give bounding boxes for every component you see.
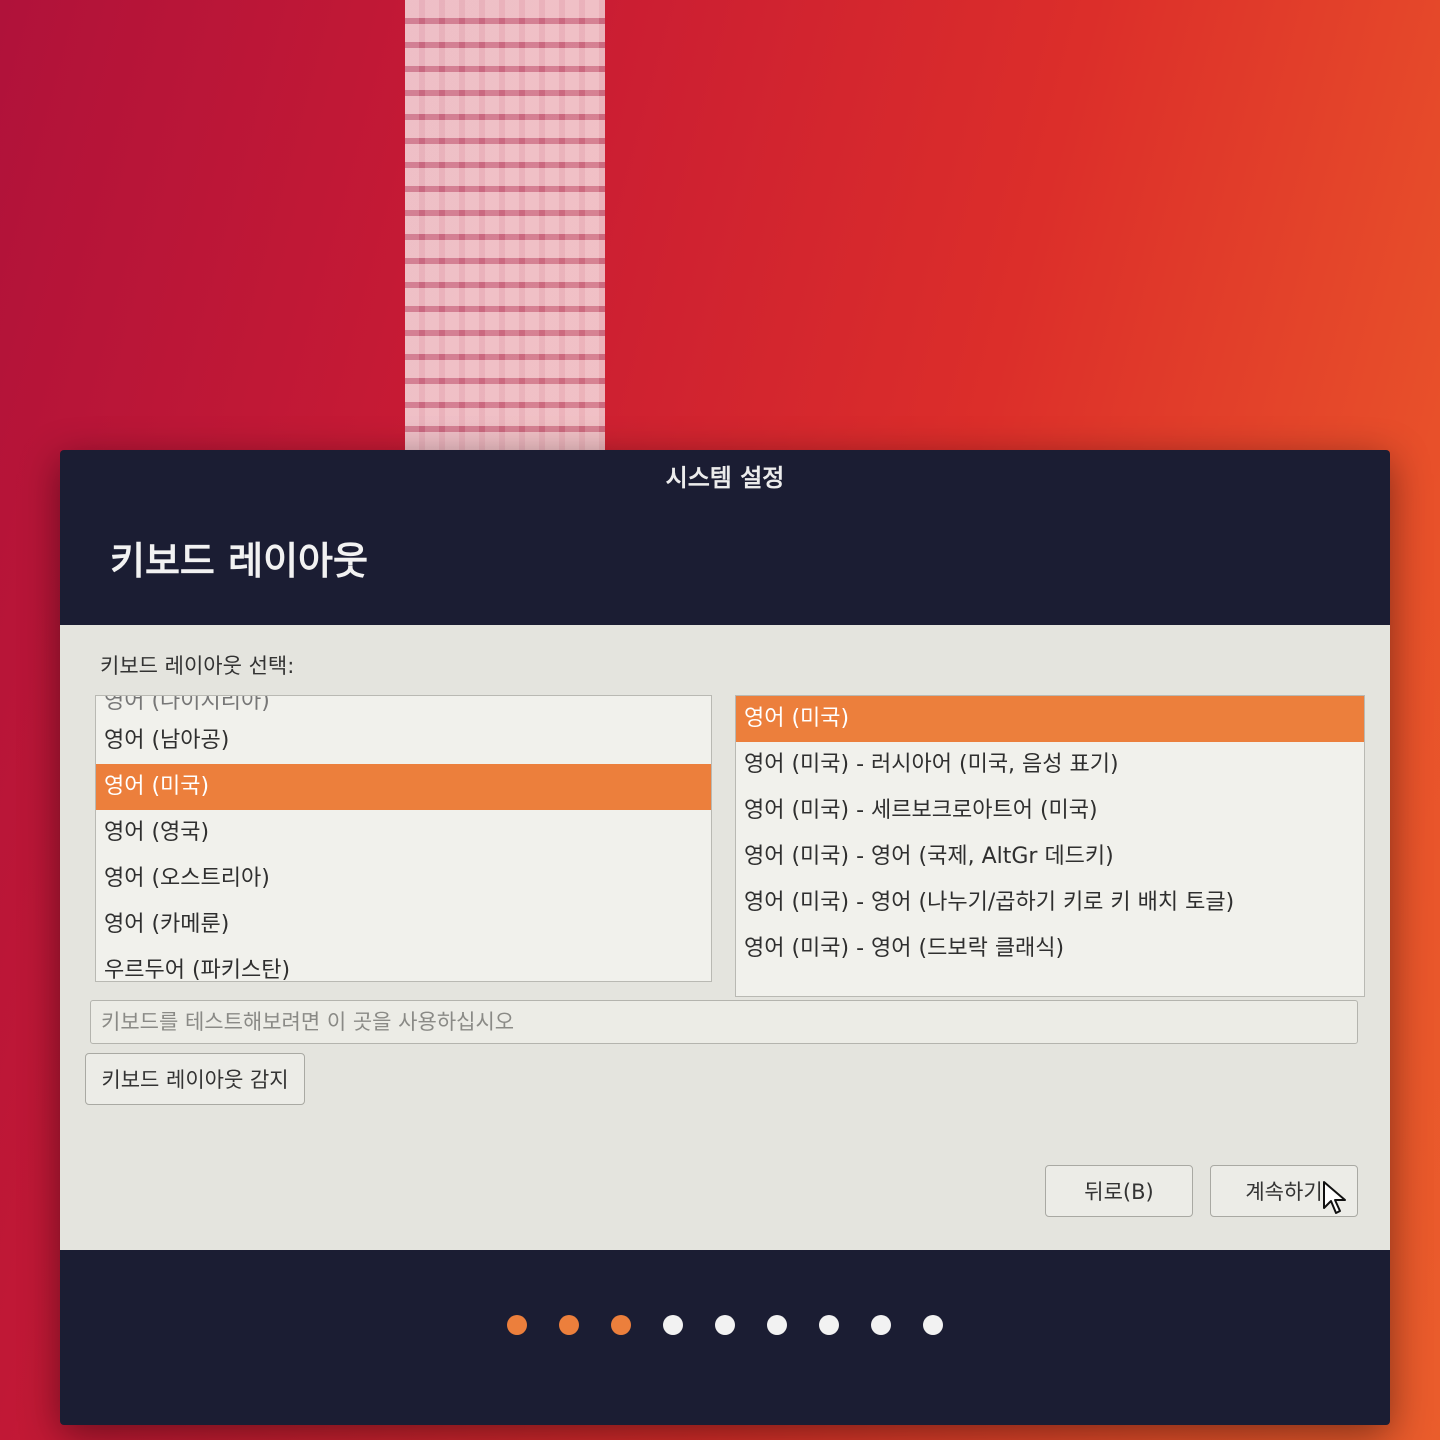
- list-item[interactable]: 영어 (미국) - 영어 (국제, AltGr 데드키): [736, 834, 1364, 880]
- list-item[interactable]: 영어 (미국) - 세르보크로아트어 (미국): [736, 788, 1364, 834]
- progress-dot: [819, 1315, 839, 1335]
- list-item-selected[interactable]: 영어 (미국): [736, 696, 1364, 742]
- window-title: 시스템 설정: [665, 463, 785, 492]
- progress-dot: [767, 1315, 787, 1335]
- mouse-pointer-icon: [1323, 1181, 1346, 1214]
- layout-select-label: 키보드 레이아웃 선택:: [100, 654, 295, 678]
- content-panel: 키보드 레이아웃 선택: 영어 (나이지리아) 영어 (남아공) 영어 (미국)…: [60, 625, 1390, 1250]
- progress-dot: [663, 1315, 683, 1335]
- list-item[interactable]: 영어 (카메룬): [96, 902, 711, 948]
- progress-dots: [60, 1315, 1390, 1335]
- progress-dot: [507, 1315, 527, 1335]
- page-heading: 키보드 레이아웃: [110, 539, 368, 583]
- list-item[interactable]: 영어 (영국): [96, 810, 711, 856]
- background-glare: [405, 0, 605, 450]
- back-button[interactable]: 뒤로(B): [1045, 1165, 1193, 1217]
- progress-dot: [715, 1315, 735, 1335]
- progress-dot: [923, 1315, 943, 1335]
- variant-list[interactable]: 영어 (미국) 영어 (미국) - 러시아어 (미국, 음성 표기) 영어 (미…: [735, 695, 1365, 997]
- list-item[interactable]: 영어 (나이지리아): [96, 696, 711, 718]
- installer-window: 시스템 설정 키보드 레이아웃 키보드 레이아웃 선택: 영어 (나이지리아) …: [60, 450, 1390, 1425]
- keyboard-test-input[interactable]: [90, 1000, 1358, 1044]
- detect-layout-button[interactable]: 키보드 레이아웃 감지: [85, 1053, 305, 1105]
- list-item[interactable]: 영어 (남아공): [96, 718, 711, 764]
- layout-list[interactable]: 영어 (나이지리아) 영어 (남아공) 영어 (미국) 영어 (영국) 영어 (…: [95, 695, 712, 982]
- progress-dot: [559, 1315, 579, 1335]
- list-item-selected[interactable]: 영어 (미국): [96, 764, 711, 810]
- list-item[interactable]: 영어 (미국) - 영어 (나누기/곱하기 키로 키 배치 토글): [736, 880, 1364, 926]
- list-item[interactable]: 영어 (미국) - 러시아어 (미국, 음성 표기): [736, 742, 1364, 788]
- list-item[interactable]: 영어 (오스트리아): [96, 856, 711, 902]
- progress-dot: [871, 1315, 891, 1335]
- list-item[interactable]: 영어 (미국) - 영어 (드보락 클래식): [736, 926, 1364, 972]
- progress-dot: [611, 1315, 631, 1335]
- list-item[interactable]: 우르두어 (파키스탄): [96, 948, 711, 981]
